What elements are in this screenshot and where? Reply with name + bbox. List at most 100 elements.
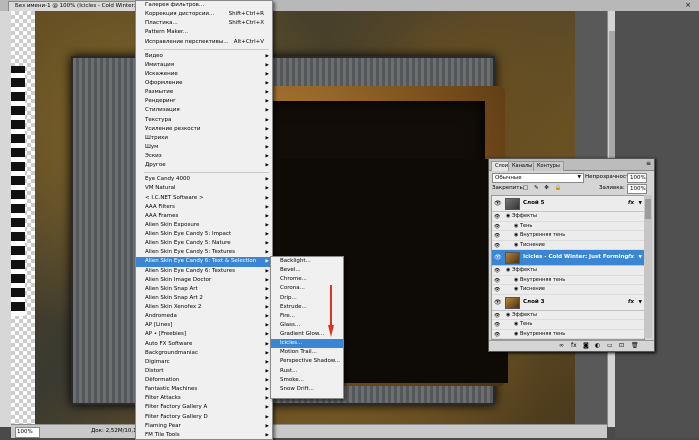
mask-icon[interactable]: ◙ [583,342,589,349]
menu-item[interactable]: Штрихи ▶ [136,134,272,143]
layer-row[interactable]: 👁 Icicles - Cold Winter: Just Forming fx ▼ [492,250,644,266]
eye-icon[interactable]: 👁 [494,242,500,251]
menu-item[interactable]: Distort ▶ [136,367,272,376]
tab-paths[interactable]: Контуры [533,161,564,171]
submenu-item[interactable]: Backlight... [271,257,343,266]
effects-row[interactable]: 👁 ◉ Эффекты [492,212,644,222]
tab-channels[interactable]: Каналы [508,161,537,171]
menu-item[interactable]: Alien Skin Xenofex 2 ▶ [136,303,272,312]
zoom-field[interactable]: 100% [15,427,40,438]
eye-icon[interactable]: 👁 [494,223,500,232]
eye-icon[interactable]: 👁 [494,312,500,321]
menu-item[interactable]: Alien Skin Exposure ▶ [136,221,272,230]
effect-row[interactable]: 👁 ◉ Внутренняя тень [492,231,644,241]
layer-row[interactable]: 👁 Слой 5 fx ▼ [492,196,644,212]
menu-item[interactable]: Усиление резкости ▶ [136,125,272,134]
lock-icons[interactable]: □ ✎ ✥ 🔒 [523,183,564,193]
menu-item[interactable]: Filter Attacks ▶ [136,394,272,403]
opacity-field[interactable]: 100% [627,173,647,183]
fill-field[interactable]: 100% [627,184,647,194]
menu-item[interactable]: Dëformation ▶ [136,376,272,385]
eye-icon[interactable]: 👁 [494,331,500,340]
menu-item[interactable]: AP [Lines] ▶ [136,321,272,330]
submenu-item[interactable]: Snow Drift... [271,385,343,394]
chevron-down-icon[interactable]: ▼ [639,196,642,211]
menu-item[interactable]: Filter Factory Gallery A ▶ [136,403,272,412]
menu-item[interactable]: Alien Skin Snap Art ▶ [136,285,272,294]
eye-icon[interactable]: 👁 [494,267,500,276]
menu-item[interactable]: Шум ▶ [136,143,272,152]
menu-item[interactable]: Digimarc ▶ [136,358,272,367]
effect-row[interactable]: 👁 ◉ Внутренняя тень [492,330,644,340]
eye-icon[interactable]: 👁 [494,277,500,286]
panel-menu-icon[interactable]: ≡ [646,160,651,167]
menu-item[interactable]: Eye Candy 4000 ▶ [136,175,272,184]
menu-item[interactable]: Искажение ▶ [136,70,272,79]
eye-icon[interactable]: 👁 [494,321,500,330]
menu-item[interactable]: Другое ▶ [136,161,272,170]
effect-row[interactable]: 👁 ◉ Внутренняя тень [492,276,644,286]
menu-item[interactable]: Галерея фильтров... [136,1,272,10]
effects-row[interactable]: 👁 ◉ Эффекты [492,311,644,321]
effects-row[interactable]: 👁 ◉ Эффекты [492,266,644,276]
submenu-item[interactable]: Perspective Shadow... [271,357,343,366]
chevron-down-icon[interactable]: ▼ [639,295,642,310]
menu-item[interactable]: Размытие ▶ [136,88,272,97]
layer-row[interactable]: 👁 Слой 3 fx ▼ [492,295,644,311]
eye-icon[interactable]: 👁 [494,299,502,306]
blend-mode-select[interactable]: Обычные ▼ [492,173,584,183]
menu-item[interactable]: Исправление перспективы... Alt+Ctrl+V [136,38,272,47]
menu-item[interactable]: Видео ▶ [136,52,272,61]
menu-item[interactable]: Backgroundmaniac ▶ [136,349,272,358]
menu-item[interactable]: AP • [Freebies] ▶ [136,330,272,339]
submenu-item[interactable]: Bevel... [271,266,343,275]
menu-item[interactable]: Alien Skin Eye Candy 5: Impact ▶ [136,230,272,239]
effect-row[interactable]: 👁 ◉ Тень [492,320,644,330]
effect-row[interactable]: 👁 ◉ Тиснение [492,285,644,295]
menu-item[interactable]: Коррекция дисторсии... Shift+Ctrl+R [136,10,272,19]
submenu-item[interactable]: Icicles... [271,339,343,349]
menu-item[interactable]: Оформление ▶ [136,79,272,88]
trash-icon[interactable]: 🗑 [631,342,639,349]
menu-item[interactable]: AAA Frames ▶ [136,212,272,221]
menu-item[interactable]: Alien Skin Eye Candy 6: Text & Selection… [136,257,272,267]
eye-icon[interactable]: 👁 [494,286,500,295]
new-layer-icon[interactable]: ⊡ [619,342,624,349]
menu-item[interactable]: FM Tile Tools ▶ [136,431,272,440]
menu-item[interactable]: Andromeda ▶ [136,312,272,321]
menu-item[interactable]: Пластика... Shift+Ctrl+X [136,19,272,28]
menu-item[interactable]: Auto FX Software ▶ [136,340,272,349]
menu-item[interactable]: VM Natural ▶ [136,184,272,193]
eye-icon[interactable]: 👁 [494,213,500,222]
layers-scrollbar-thumb[interactable] [645,199,651,219]
submenu-item[interactable]: Rust... [271,367,343,376]
adjustment-icon[interactable]: ◐ [595,342,600,349]
close-icon[interactable]: × [685,1,691,10]
menu-item[interactable]: Рендеринг ▶ [136,97,272,106]
effect-row[interactable]: 👁 ◉ Тиснение [492,241,644,251]
menu-item[interactable]: AAA Filters ▶ [136,203,272,212]
chevron-down-icon[interactable]: ▼ [639,250,642,265]
link-icon[interactable]: ∞ [559,342,564,349]
eye-icon[interactable]: 👁 [494,232,500,241]
submenu-item[interactable]: Motion Trail... [271,348,343,357]
menu-item[interactable]: Alien Skin Snap Art 2 ▶ [136,294,272,303]
menu-item[interactable]: Имитация ▶ [136,61,272,70]
menu-item[interactable]: Fantastic Machines ▶ [136,385,272,394]
eye-icon[interactable]: 👁 [494,200,502,207]
fx-icon[interactable]: fx [571,342,577,349]
menu-item[interactable]: Эскиз ▶ [136,152,272,161]
submenu-item[interactable]: Chrome... [271,275,343,284]
submenu-item[interactable]: Smoke... [271,376,343,385]
menu-item[interactable]: Alien Skin Eye Candy 5: Textures ▶ [136,248,272,257]
eye-icon[interactable]: 👁 [494,254,502,261]
menu-item[interactable]: Стилизация ▶ [136,106,272,115]
menu-item[interactable]: < I.C.NET Software > ▶ [136,194,272,203]
menu-item[interactable]: Flaming Pear ▶ [136,422,272,431]
folder-icon[interactable]: ▭ [607,342,613,349]
menu-item[interactable]: Filter Factory Gallery D ▶ [136,413,272,422]
layers-scrollbar[interactable] [644,195,652,338]
effect-row[interactable]: 👁 ◉ Тень [492,222,644,232]
document-tab[interactable]: Без имени-1 @ 100% (Icicles - Cold Winte… [8,1,146,11]
menu-item[interactable]: Текстура ▶ [136,116,272,125]
